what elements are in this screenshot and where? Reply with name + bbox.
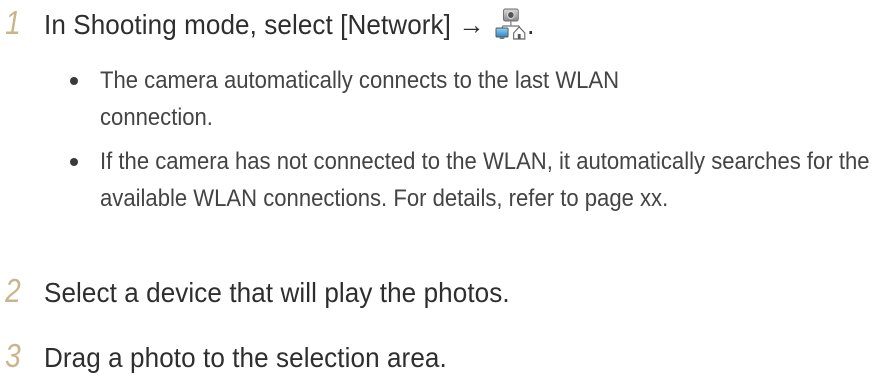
step-instruction: Select a device that will play the photo…: [44, 277, 510, 308]
step-3: 3 Drag a photo to the selection area.: [0, 337, 477, 375]
step-number: 1: [5, 4, 21, 41]
step-number: 2: [5, 272, 21, 309]
step-instruction-text: In Shooting mode, select [Network] →: [44, 9, 492, 40]
step-instruction: In Shooting mode, select [Network] → .: [44, 6, 534, 41]
step-instruction: Drag a photo to the selection area.: [44, 342, 447, 373]
step-instruction-period: .: [527, 9, 535, 40]
list-item: The camera automatically connects to the…: [62, 62, 862, 136]
step-2: 2 Select a device that will play the pho…: [0, 272, 545, 310]
bullet-text: The camera automatically connects to the…: [100, 67, 620, 131]
step-number: 3: [5, 337, 21, 374]
bullet-icon: [70, 158, 78, 166]
network-home-icon: [495, 6, 528, 40]
step-1: 1 In Shooting mode, select [Network] → .: [0, 4, 571, 42]
list-item: If the camera has not connected to the W…: [62, 143, 870, 217]
bullet-icon: [70, 77, 78, 85]
bullet-text: If the camera has not connected to the W…: [100, 148, 870, 212]
step-1-notes: The camera automatically connects to the…: [62, 62, 870, 224]
